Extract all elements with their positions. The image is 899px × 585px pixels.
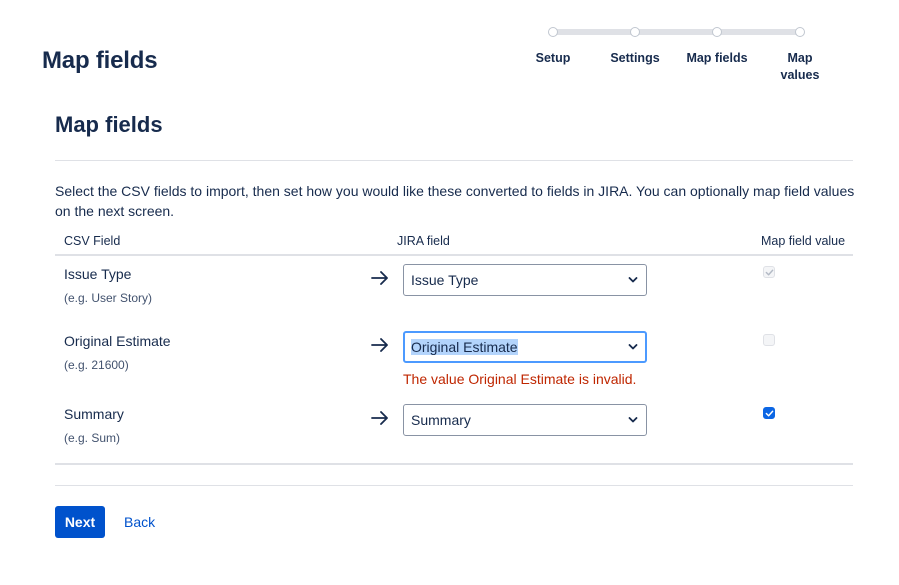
section-title: Map fields (55, 112, 163, 137)
chevron-down-icon (628, 277, 638, 283)
arrow-right-icon (371, 271, 388, 285)
csv-field-example: (e.g. 21600) (64, 358, 129, 372)
check-icon (765, 269, 774, 276)
csv-field-name: Summary (64, 406, 124, 422)
arrow-right-icon (371, 411, 388, 425)
tracker-dot-map-fields (712, 27, 722, 37)
tracker-step-map-values: Map values (780, 51, 820, 82)
table-footer-divider (55, 463, 853, 465)
page-title: Map fields (42, 47, 158, 74)
back-button[interactable]: Back (118, 506, 161, 538)
map-field-value-checkbox[interactable] (763, 407, 775, 419)
jira-field-select[interactable]: Original Estimate (403, 331, 647, 363)
chevron-down-icon (628, 417, 638, 423)
csv-field-example: (e.g. Sum) (64, 431, 121, 445)
description: Select the CSV fields to import, then se… (55, 183, 855, 219)
tracker-step-settings: Settings (610, 51, 660, 65)
jira-field-select-value: Summary (411, 412, 471, 428)
map-field-value-checkbox[interactable] (763, 266, 775, 278)
column-header-csv-field: CSV Field (64, 234, 121, 248)
csv-field-name: Original Estimate (64, 333, 171, 349)
jira-field-select-value: Issue Type (411, 272, 479, 288)
csv-field-example: (e.g. User Story) (64, 291, 153, 305)
arrow-right-icon (371, 338, 388, 352)
check-icon (765, 410, 774, 417)
jira-field-select[interactable]: Issue Type (403, 264, 647, 296)
next-button[interactable]: Next (55, 506, 105, 538)
divider (55, 485, 853, 486)
divider (55, 160, 853, 161)
tracker-segment (635, 29, 717, 35)
progress-tracker: Setup Settings Map fields Map values (510, 25, 850, 85)
tracker-step-setup: Setup (535, 51, 571, 65)
map-field-value-checkbox[interactable] (763, 334, 775, 346)
tracker-dot-settings (630, 27, 640, 37)
field-error-message: The value Original Estimate is invalid. (403, 371, 637, 387)
chevron-down-icon (628, 344, 638, 350)
tracker-step-map-fields: Map fields (686, 51, 748, 65)
jira-field-select[interactable]: Summary (403, 404, 647, 436)
csv-field-name: Issue Type (64, 266, 132, 282)
tracker-dot-map-values (795, 27, 805, 37)
tracker-dot-setup (548, 27, 558, 37)
column-header-map-field-value: Map field value (761, 234, 846, 248)
tracker-segment (717, 29, 800, 35)
column-header-jira-field: JIRA field (397, 234, 450, 248)
table-header-divider (55, 254, 853, 256)
jira-field-select-value: Original Estimate (411, 339, 518, 355)
tracker-segment (553, 29, 635, 35)
